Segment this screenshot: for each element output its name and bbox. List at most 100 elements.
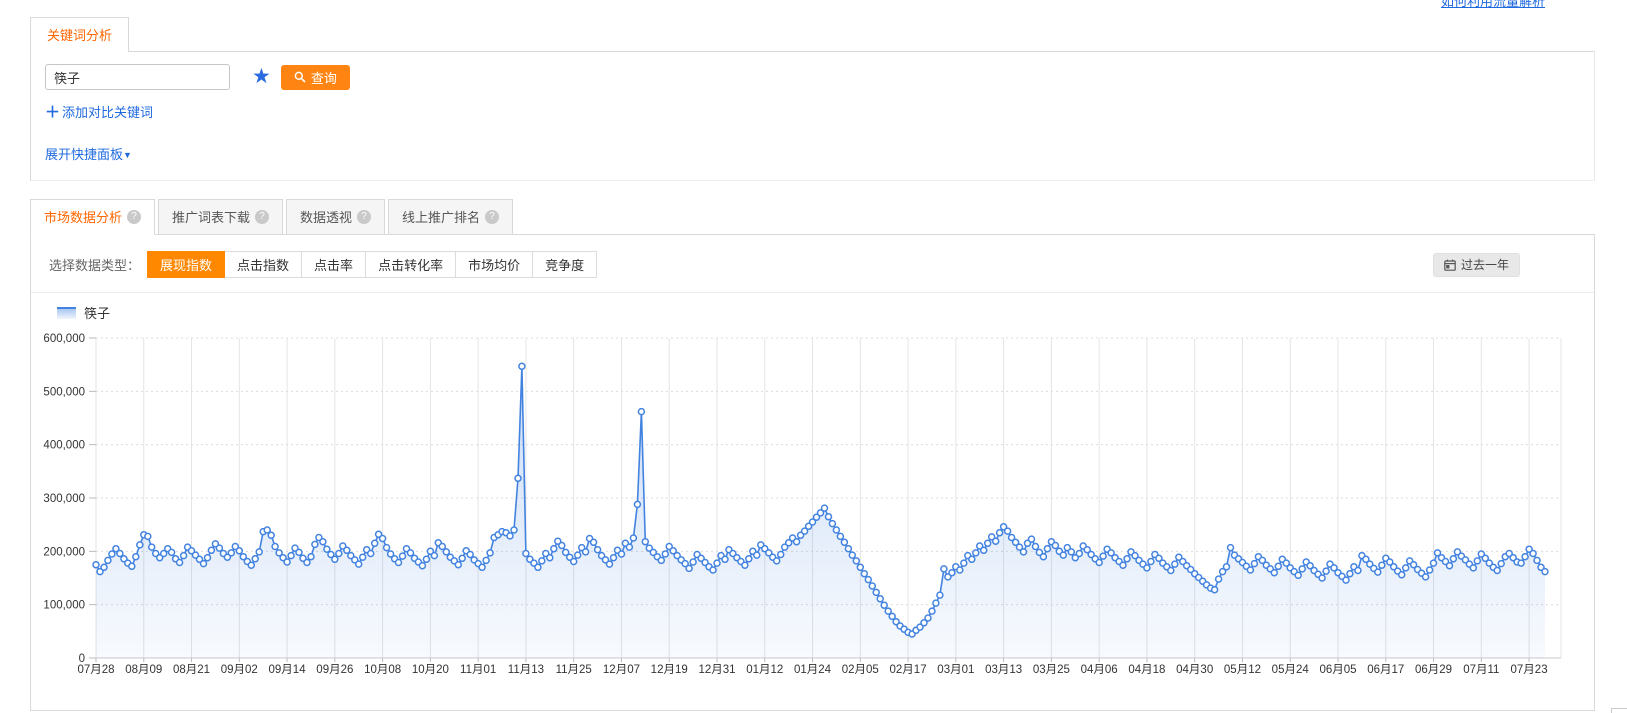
floating-widget-fragment[interactable] (1611, 708, 1627, 713)
data-point[interactable] (961, 560, 967, 566)
data-point[interactable] (1120, 562, 1126, 568)
data-point[interactable] (1494, 568, 1500, 574)
data-point[interactable] (1498, 561, 1504, 567)
data-point[interactable] (794, 539, 800, 545)
data-type-4[interactable]: 市场均价 (455, 251, 533, 278)
data-point[interactable] (1399, 572, 1405, 578)
data-point[interactable] (320, 539, 326, 545)
data-point[interactable] (1347, 571, 1353, 577)
data-point[interactable] (925, 615, 931, 621)
data-point[interactable] (1534, 557, 1540, 563)
data-point[interactable] (881, 602, 887, 608)
help-icon[interactable]: ? (127, 210, 141, 224)
data-point[interactable] (169, 549, 175, 555)
data-point[interactable] (1044, 546, 1050, 552)
data-point[interactable] (985, 540, 991, 546)
data-point[interactable] (523, 551, 529, 557)
data-point[interactable] (372, 540, 378, 546)
data-point[interactable] (1168, 568, 1174, 574)
data-point[interactable] (1216, 576, 1222, 582)
data-point[interactable] (408, 550, 414, 556)
data-point[interactable] (642, 539, 648, 545)
data-point[interactable] (519, 363, 525, 369)
tab-0[interactable]: 市场数据分析? (30, 199, 155, 235)
data-point[interactable] (312, 541, 318, 547)
data-type-0[interactable]: 展现指数 (147, 251, 225, 278)
data-point[interactable] (129, 563, 135, 569)
data-point[interactable] (634, 501, 640, 507)
data-point[interactable] (423, 556, 429, 562)
data-point[interactable] (1427, 567, 1433, 573)
data-point[interactable] (861, 571, 867, 577)
data-type-2[interactable]: 点击率 (301, 251, 366, 278)
data-point[interactable] (272, 544, 278, 550)
data-point[interactable] (539, 558, 545, 564)
data-point[interactable] (933, 600, 939, 606)
help-icon[interactable]: ? (255, 210, 269, 224)
data-point[interactable] (483, 557, 489, 563)
favorite-star-icon[interactable]: ★ (252, 66, 271, 88)
data-point[interactable] (583, 549, 589, 555)
data-point[interactable] (1470, 565, 1476, 571)
data-point[interactable] (746, 556, 752, 562)
data-point[interactable] (837, 533, 843, 539)
data-point[interactable] (1040, 554, 1046, 560)
data-point[interactable] (949, 570, 955, 576)
data-point[interactable] (1423, 574, 1429, 580)
data-point[interactable] (993, 538, 999, 544)
traffic-analysis-help-link[interactable]: 如何利用流量解析 (1441, 0, 1545, 10)
data-point[interactable] (957, 567, 963, 573)
data-point[interactable] (368, 551, 374, 557)
data-point[interactable] (849, 552, 855, 558)
data-point[interactable] (662, 551, 668, 557)
data-point[interactable] (1005, 528, 1011, 534)
data-point[interactable] (181, 553, 187, 559)
data-point[interactable] (308, 554, 314, 560)
tab-1[interactable]: 推广词表下载? (158, 199, 283, 235)
data-point[interactable] (1450, 556, 1456, 562)
data-point[interactable] (630, 535, 636, 541)
data-point[interactable] (1060, 552, 1066, 558)
help-icon[interactable]: ? (485, 210, 499, 224)
data-point[interactable] (1148, 559, 1154, 565)
data-point[interactable] (826, 514, 832, 520)
data-point[interactable] (296, 549, 302, 555)
data-point[interactable] (591, 539, 597, 545)
data-point[interactable] (419, 563, 425, 569)
data-point[interactable] (774, 558, 780, 564)
data-point[interactable] (455, 562, 461, 568)
data-point[interactable] (439, 544, 445, 550)
data-point[interactable] (969, 556, 975, 562)
data-type-5[interactable]: 竞争度 (532, 251, 597, 278)
data-point[interactable] (1033, 544, 1039, 550)
data-point[interactable] (396, 560, 402, 566)
data-point[interactable] (822, 505, 828, 511)
data-point[interactable] (551, 546, 557, 552)
data-point[interactable] (256, 549, 262, 555)
data-point[interactable] (1323, 568, 1329, 574)
data-point[interactable] (1275, 563, 1281, 569)
data-point[interactable] (400, 553, 406, 559)
data-point[interactable] (611, 555, 617, 561)
data-point[interactable] (754, 552, 760, 558)
data-point[interactable] (865, 577, 871, 583)
data-point[interactable] (941, 566, 947, 572)
data-point[interactable] (638, 409, 644, 415)
data-point[interactable] (467, 552, 473, 558)
data-point[interactable] (205, 555, 211, 561)
data-point[interactable] (857, 564, 863, 570)
data-point[interactable] (304, 560, 310, 566)
data-point[interactable] (177, 560, 183, 566)
expand-quick-panel-link[interactable]: 展开快捷面板▼ (45, 147, 132, 162)
data-point[interactable] (1100, 553, 1106, 559)
data-point[interactable] (1431, 560, 1437, 566)
data-point[interactable] (201, 561, 207, 567)
keyword-input[interactable] (45, 64, 230, 90)
data-point[interactable] (133, 554, 139, 560)
data-point[interactable] (742, 562, 748, 568)
data-point[interactable] (479, 564, 485, 570)
data-point[interactable] (575, 552, 581, 558)
data-point[interactable] (101, 564, 107, 570)
data-point[interactable] (105, 557, 111, 563)
data-point[interactable] (853, 558, 859, 564)
